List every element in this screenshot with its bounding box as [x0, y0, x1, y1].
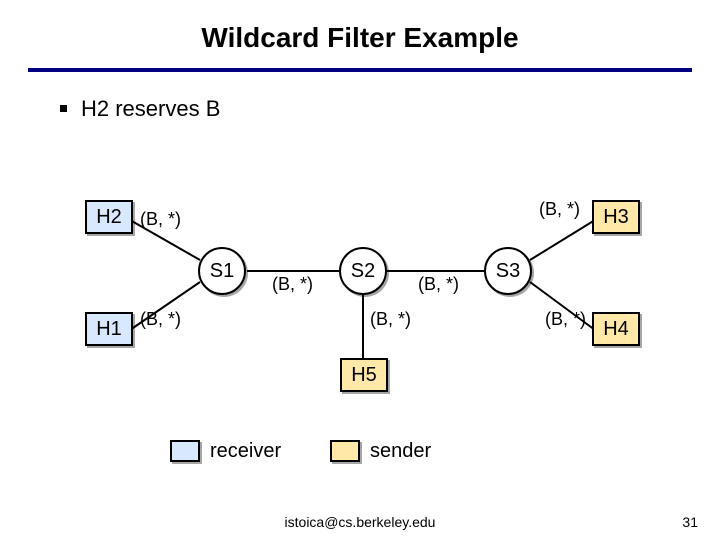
legend-receiver-swatch [170, 440, 200, 462]
host-h4: H4 [592, 312, 640, 346]
bullet-text: H2 reserves B [81, 96, 220, 121]
bullet-item: H2 reserves B [60, 96, 220, 122]
label-s1-s2: (B, *) [272, 274, 313, 295]
bullet-square-icon [60, 105, 67, 112]
router-s2: S2 [339, 247, 387, 295]
router-s1: S1 [198, 247, 246, 295]
label-h2-s1: (B, *) [140, 209, 181, 230]
label-s2-h5: (B, *) [370, 309, 411, 330]
host-h3: H3 [592, 200, 640, 234]
label-s2-s3: (B, *) [418, 274, 459, 295]
host-h2: H2 [85, 200, 133, 234]
footer-email: istoica@cs.berkeley.edu [0, 514, 720, 530]
router-s3: S3 [484, 247, 532, 295]
label-s3-h3: (B, *) [539, 199, 580, 220]
label-h1-s1: (B, *) [140, 309, 181, 330]
legend-sender-swatch [330, 440, 360, 462]
page-number: 31 [682, 514, 698, 530]
legend-receiver-label: receiver [210, 440, 281, 463]
label-s3-h4: (B, *) [545, 309, 586, 330]
host-h1: H1 [85, 312, 133, 346]
legend-sender-label: sender [370, 440, 431, 463]
slide-title: Wildcard Filter Example [0, 22, 720, 54]
title-rule [28, 68, 692, 72]
host-h5: H5 [340, 358, 388, 392]
